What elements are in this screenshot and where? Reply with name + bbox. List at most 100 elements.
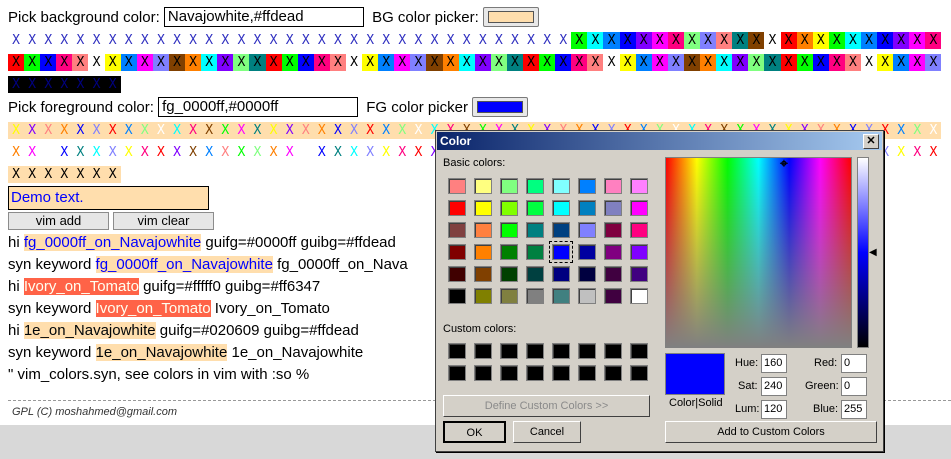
- color-x-cell[interactable]: X: [716, 32, 733, 49]
- color-x-cell[interactable]: X: [828, 54, 845, 71]
- color-x-cell[interactable]: X: [169, 144, 185, 161]
- basic-color-swatch[interactable]: [526, 266, 544, 282]
- color-x-cell[interactable]: X: [72, 144, 88, 161]
- color-x-cell[interactable]: X: [716, 54, 733, 71]
- basic-color-swatch[interactable]: [474, 178, 492, 194]
- color-x-cell[interactable]: X: [40, 166, 56, 183]
- basic-color-swatch[interactable]: [526, 200, 544, 216]
- basic-color-swatch[interactable]: [474, 266, 492, 282]
- color-x-cell[interactable]: X: [313, 32, 330, 49]
- bg-color-input[interactable]: Navajowhite,#ffdead: [163, 7, 364, 27]
- color-x-cell[interactable]: X: [201, 54, 218, 71]
- basic-color-swatch[interactable]: [474, 200, 492, 216]
- color-x-cell[interactable]: X: [764, 32, 781, 49]
- color-x-cell[interactable]: X: [168, 32, 186, 49]
- basic-color-swatch[interactable]: [500, 266, 518, 282]
- color-x-cell[interactable]: X: [426, 54, 443, 71]
- luminosity-slider[interactable]: [857, 157, 869, 348]
- color-x-cell[interactable]: X: [603, 32, 620, 49]
- color-x-cell[interactable]: X: [8, 166, 24, 183]
- custom-color-swatch[interactable]: [474, 343, 492, 359]
- custom-color-swatch[interactable]: [526, 343, 544, 359]
- color-x-cell[interactable]: X: [136, 54, 153, 71]
- color-x-cell[interactable]: X: [394, 32, 411, 49]
- color-x-cell[interactable]: X: [362, 54, 379, 71]
- color-x-cell[interactable]: X: [281, 54, 298, 71]
- color-x-cell[interactable]: X: [442, 32, 459, 49]
- color-x-cell[interactable]: X: [24, 32, 41, 49]
- color-x-cell[interactable]: X: [298, 144, 314, 161]
- color-x-cell[interactable]: X: [88, 122, 104, 139]
- basic-color-swatch[interactable]: [552, 266, 570, 282]
- color-x-cell[interactable]: X: [780, 32, 797, 49]
- custom-color-swatch[interactable]: [604, 365, 622, 381]
- vim-add-button[interactable]: vim add: [8, 212, 109, 230]
- color-x-cell[interactable]: X: [362, 32, 379, 49]
- color-x-cell[interactable]: X: [249, 32, 266, 49]
- basic-color-swatch[interactable]: [552, 288, 570, 304]
- basic-color-swatch[interactable]: [630, 222, 648, 238]
- basic-color-swatch[interactable]: [448, 244, 466, 260]
- vim-clear-button[interactable]: vim clear: [113, 212, 214, 230]
- color-x-cell[interactable]: X: [909, 122, 925, 139]
- color-x-cell[interactable]: X: [40, 32, 57, 49]
- demo-text-field[interactable]: Demo text.: [8, 186, 209, 210]
- color-x-cell[interactable]: X: [8, 32, 25, 49]
- color-x-cell[interactable]: X: [458, 54, 475, 71]
- color-x-cell[interactable]: X: [410, 32, 427, 49]
- color-x-cell[interactable]: X: [603, 54, 620, 71]
- basic-color-swatch[interactable]: [448, 178, 466, 194]
- custom-color-swatch[interactable]: [448, 365, 466, 381]
- color-x-cell[interactable]: X: [88, 54, 105, 71]
- color-x-cell[interactable]: X: [217, 144, 233, 161]
- custom-color-swatch[interactable]: [630, 343, 648, 359]
- color-x-cell[interactable]: X: [249, 54, 266, 71]
- custom-color-swatch[interactable]: [578, 343, 596, 359]
- color-x-cell[interactable]: X: [56, 144, 72, 161]
- color-x-cell[interactable]: X: [40, 122, 56, 139]
- color-x-cell[interactable]: X: [555, 32, 572, 49]
- color-x-cell[interactable]: X: [635, 32, 652, 49]
- color-x-cell[interactable]: X: [297, 32, 314, 49]
- color-x-cell[interactable]: X: [539, 32, 556, 49]
- basic-color-swatch[interactable]: [526, 222, 544, 238]
- basic-color-swatch[interactable]: [500, 200, 518, 216]
- basic-color-swatch[interactable]: [448, 222, 466, 238]
- color-x-cell[interactable]: X: [474, 54, 491, 71]
- color-x-cell[interactable]: X: [362, 122, 378, 139]
- basic-color-swatch[interactable]: [526, 178, 544, 194]
- basic-color-swatch[interactable]: [500, 178, 518, 194]
- color-x-cell[interactable]: X: [217, 32, 234, 49]
- green-field[interactable]: 0: [841, 377, 867, 396]
- color-x-cell[interactable]: X: [410, 122, 426, 139]
- color-x-cell[interactable]: X: [24, 76, 41, 93]
- color-x-cell[interactable]: X: [893, 144, 909, 161]
- color-x-cell[interactable]: X: [40, 54, 57, 71]
- color-x-cell[interactable]: X: [893, 32, 910, 49]
- basic-color-swatch[interactable]: [549, 241, 573, 263]
- basic-color-swatch[interactable]: [604, 288, 622, 304]
- color-x-cell[interactable]: X: [313, 54, 330, 71]
- color-x-cell[interactable]: X: [265, 32, 282, 49]
- color-x-cell[interactable]: X: [860, 54, 878, 71]
- color-x-cell[interactable]: X: [394, 122, 410, 139]
- color-x-cell[interactable]: X: [153, 122, 169, 139]
- ok-button[interactable]: OK: [443, 421, 506, 443]
- color-x-cell[interactable]: X: [72, 122, 88, 139]
- color-x-cell[interactable]: X: [345, 32, 363, 49]
- color-x-cell[interactable]: X: [249, 122, 265, 139]
- color-x-cell[interactable]: X: [282, 122, 298, 139]
- hue-field[interactable]: 160: [761, 354, 787, 373]
- color-x-cell[interactable]: X: [8, 122, 24, 139]
- color-x-cell[interactable]: X: [233, 122, 249, 139]
- basic-color-swatch[interactable]: [552, 178, 570, 194]
- custom-color-swatch[interactable]: [474, 365, 492, 381]
- color-x-cell[interactable]: X: [56, 54, 73, 71]
- sat-field[interactable]: 240: [761, 377, 787, 396]
- color-x-cell[interactable]: X: [410, 144, 426, 161]
- color-spectrum[interactable]: [665, 157, 852, 348]
- color-x-cell[interactable]: X: [201, 144, 217, 161]
- color-x-cell[interactable]: X: [330, 144, 346, 161]
- color-x-cell[interactable]: X: [378, 144, 394, 161]
- cancel-button[interactable]: Cancel: [513, 421, 581, 443]
